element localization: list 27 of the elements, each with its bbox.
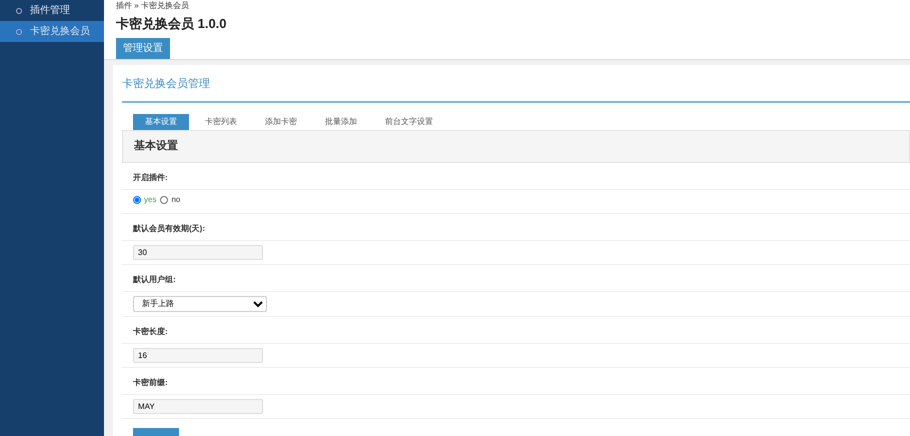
radio-label: no — [171, 194, 180, 206]
input-field[interactable]: 30 — [133, 244, 263, 260]
sidebar-item[interactable]: 卡密兑换会员 — [0, 21, 104, 42]
input-field[interactable]: 16 — [133, 348, 263, 362]
tab[interactable]: 前台文字设置 — [373, 114, 445, 130]
page-title: 卡密兑换会员 1.0.0 — [116, 15, 228, 33]
sidebar-item[interactable]: 插件管理 — [0, 0, 104, 21]
tab[interactable]: 批量添加 — [313, 114, 369, 130]
input-field[interactable]: MAY — [133, 398, 263, 414]
tab[interactable]: 卡密列表 — [193, 114, 249, 130]
radio-button[interactable] — [160, 196, 168, 204]
breadcrumb: 插件 » 卡密兑换会员 — [104, 0, 910, 12]
field-label: 卡密长度: — [122, 316, 910, 344]
field-label: 开启插件: — [122, 162, 910, 190]
tab[interactable]: 添加卡密 — [253, 114, 309, 130]
field-label: 默认用户组: — [122, 264, 910, 292]
circle-icon — [16, 28, 22, 34]
panel-title: 卡密兑换会员管理 — [122, 64, 910, 103]
tab[interactable]: 基本设置 — [133, 114, 189, 130]
field-label: 卡密前缀: — [122, 368, 910, 394]
radio-label: yes — [144, 194, 156, 206]
field-label: 默认会员有效期(天): — [122, 214, 910, 240]
radio-button[interactable] — [133, 196, 141, 204]
manage-settings-button[interactable]: 管理设置 — [116, 38, 170, 58]
group-dropdown[interactable]: 新手上路 — [133, 296, 267, 312]
circle-icon — [16, 8, 22, 14]
section-header: 基本设置 — [122, 130, 910, 162]
